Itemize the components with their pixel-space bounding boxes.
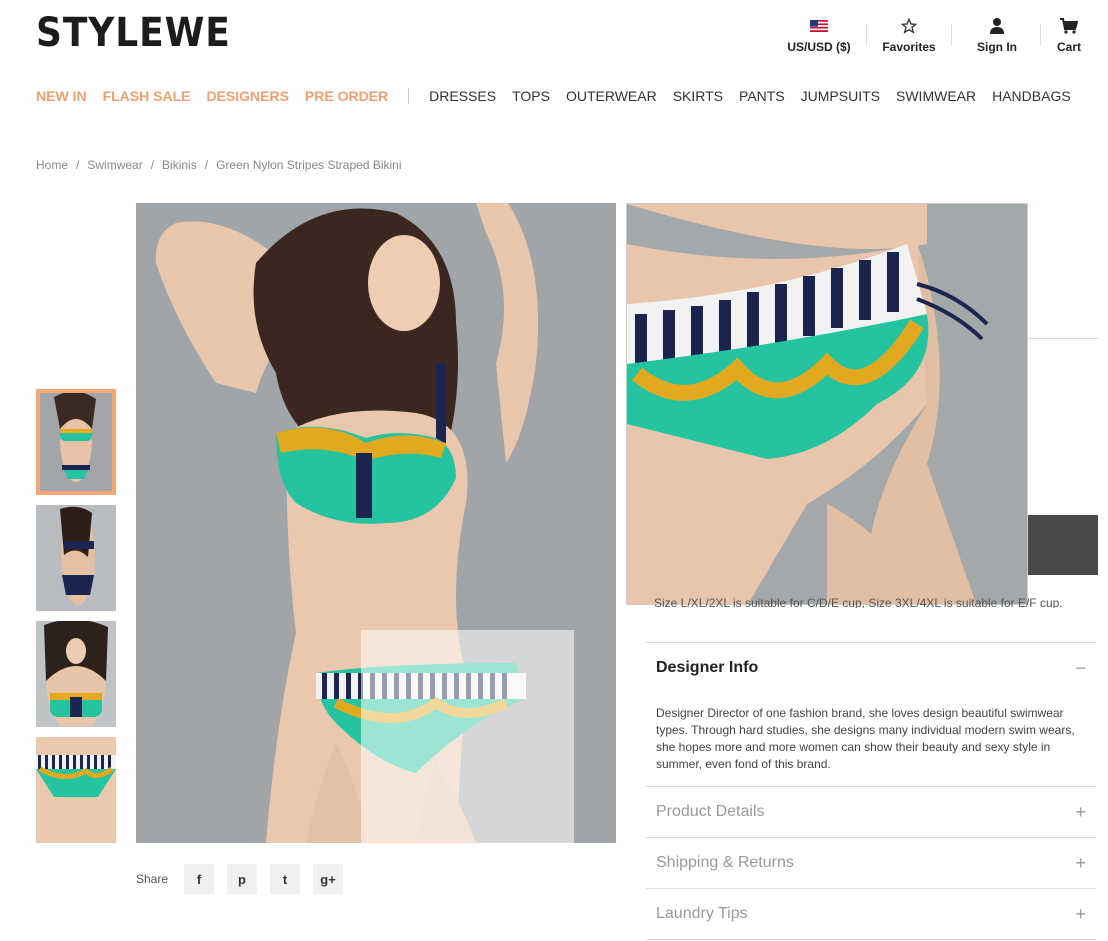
nav-dresses[interactable]: DRESSES [429,88,496,104]
accordion-header[interactable]: Designer Info − [646,643,1096,693]
accordion-shipping-returns: Shipping & Returns + [646,837,1096,888]
facebook-icon: f [196,871,202,887]
breadcrumb-bikinis[interactable]: Bikinis [162,158,197,172]
facebook-share-button[interactable]: f [184,864,215,894]
twitter-share-button[interactable]: t [270,864,301,894]
main-nav: NEW IN FLASH SALE DESIGNERS PRE ORDER DR… [36,88,1087,104]
product-thumbnail[interactable] [36,505,116,611]
main-product-image[interactable] [136,203,616,843]
expand-icon[interactable]: + [1075,904,1086,925]
breadcrumb-separator: / [204,158,209,172]
accordion-header[interactable]: Laundry Tips + [646,889,1096,939]
share-bar: Share f p t g+ [136,864,356,894]
stylewe-logo[interactable]: STYLEWE [36,10,231,56]
nav-pre-order[interactable]: PRE ORDER [305,88,388,104]
nav-skirts[interactable]: SKIRTS [673,88,723,104]
add-to-bag-button[interactable] [1028,515,1098,575]
zoom-lens[interactable] [361,630,574,843]
accordion-designer-info: Designer Info − Designer Director of one… [646,642,1096,787]
currency-selector[interactable]: US/USD ($) [780,16,858,54]
breadcrumb-swimwear[interactable]: Swimwear [87,158,142,172]
us-flag-icon [810,16,828,36]
collapse-icon[interactable]: − [1075,658,1086,679]
breadcrumb-home[interactable]: Home [36,158,68,172]
currency-label: US/USD ($) [787,40,851,54]
cart-icon [1060,16,1078,36]
accordion-title: Laundry Tips [656,905,748,922]
accordion-title: Designer Info [656,659,759,676]
zoom-preview-pane [626,203,1028,605]
divider-line [1028,338,1098,339]
accordion-title: Product Details [656,803,765,820]
favorites-link[interactable]: Favorites [875,16,943,54]
nav-outerwear[interactable]: OUTERWEAR [566,88,657,104]
star-icon [901,16,917,36]
header-divider [951,24,952,46]
google-plus-share-button[interactable]: g+ [313,864,344,894]
accordion-header[interactable]: Shipping & Returns + [646,838,1096,888]
pinterest-share-button[interactable]: p [227,864,258,894]
breadcrumb-separator: / [150,158,155,172]
product-thumbnail[interactable] [36,621,116,727]
size-note-text: Size L/XL/2XL is suitable for C/D/E cup,… [654,596,1063,608]
product-thumbnail[interactable] [36,737,116,843]
google-plus-icon: g+ [320,871,336,887]
expand-icon[interactable]: + [1075,802,1086,823]
nav-pants[interactable]: PANTS [739,88,785,104]
breadcrumb: Home / Swimwear / Bikinis / Green Nylon … [36,158,410,172]
nav-divider [408,88,410,104]
accordion-header[interactable]: Product Details + [646,787,1096,837]
user-icon [990,16,1004,36]
accordion-title: Shipping & Returns [656,854,794,871]
nav-new-in[interactable]: NEW IN [36,88,87,104]
designer-info-text: Designer Director of one fashion brand, … [656,706,1075,771]
product-thumbnail[interactable] [36,389,116,495]
header-divider [866,24,867,46]
nav-tops[interactable]: TOPS [512,88,550,104]
expand-icon[interactable]: + [1075,853,1086,874]
nav-flash-sale[interactable]: FLASH SALE [103,88,191,104]
twitter-icon: t [282,871,288,887]
favorites-label: Favorites [882,40,936,54]
nav-jumpsuits[interactable]: JUMPSUITS [801,88,880,104]
share-label: Share [136,872,169,886]
cart-link[interactable]: Cart [1048,16,1090,54]
sign-in-link[interactable]: Sign In [968,16,1026,54]
nav-designers[interactable]: DESIGNERS [206,88,288,104]
nav-swimwear[interactable]: SWIMWEAR [896,88,976,104]
header-divider [1040,24,1041,46]
breadcrumb-current: Green Nylon Stripes Straped Bikini [216,158,402,172]
cart-label: Cart [1056,40,1081,54]
accordion-laundry-tips: Laundry Tips + [646,888,1096,940]
nav-handbags[interactable]: HANDBAGS [992,88,1071,104]
breadcrumb-separator: / [76,158,80,172]
sign-in-label: Sign In [977,40,1017,54]
accordion-product-details: Product Details + [646,786,1096,837]
pinterest-icon: p [238,871,246,887]
